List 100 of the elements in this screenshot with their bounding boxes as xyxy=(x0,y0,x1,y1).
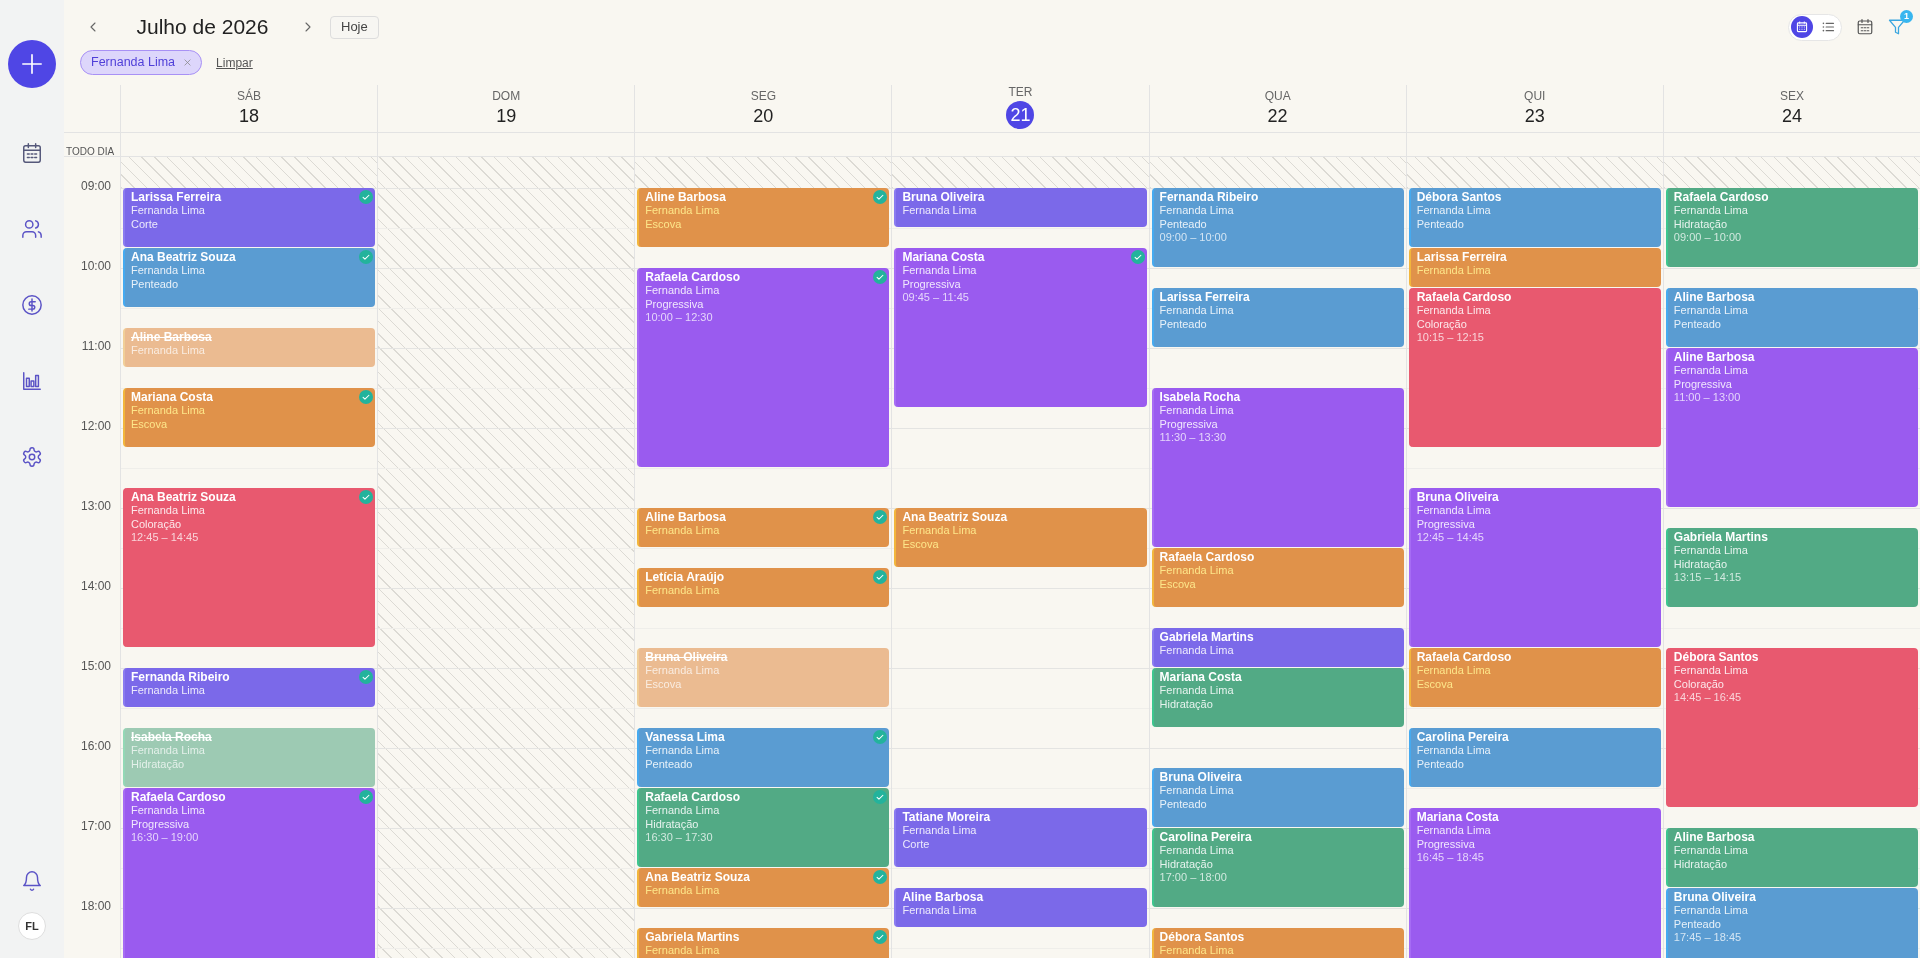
appointment-card[interactable]: Larissa Ferreira Fernanda Lima xyxy=(1408,248,1661,287)
appointment-card[interactable]: Aline Barbosa Fernanda Lima Escova xyxy=(637,188,890,247)
time-range: 09:00 – 10:00 xyxy=(1673,231,1743,245)
professional-name: Fernanda Lima xyxy=(1159,204,1235,218)
clear-filters-link[interactable]: Limpar xyxy=(216,53,253,72)
appointment-card[interactable]: Débora Santos Fernanda Lima xyxy=(1151,928,1404,958)
appointment-card[interactable]: Gabriela Martins Fernanda Lima xyxy=(637,928,890,958)
client-name: Bruna Oliveira xyxy=(1673,890,1757,904)
calendar-view-icon[interactable] xyxy=(1791,16,1813,38)
appointment-card[interactable]: Letícia Araújo Fernanda Lima xyxy=(637,568,890,607)
appointment-card[interactable]: Aline Barbosa Fernanda Lima xyxy=(123,328,376,367)
client-name: Bruna Oliveira xyxy=(1416,490,1500,504)
bar-chart-icon[interactable] xyxy=(21,370,43,392)
service-name: Coloração xyxy=(131,517,183,531)
appointment-card[interactable]: Ana Beatriz Souza Fernanda Lima Penteado xyxy=(123,248,376,307)
appointment-card[interactable]: Larissa Ferreira Fernanda Lima Corte xyxy=(123,188,376,247)
appointment-card[interactable]: Larissa Ferreira Fernanda Lima Penteado xyxy=(1151,288,1404,347)
time-label: 14:00 xyxy=(80,578,111,594)
appointment-card[interactable]: Bruna Oliveira Fernanda Lima Escova xyxy=(637,648,890,707)
user-avatar[interactable]: FL xyxy=(18,912,46,940)
appointment-card[interactable]: Mariana Costa Fernanda Lima Hidratação xyxy=(1151,668,1404,727)
appointment-card[interactable]: Bruna Oliveira Fernanda Lima Penteado xyxy=(1151,768,1404,827)
service-name: Progressiva xyxy=(1416,517,1476,531)
appointment-card[interactable]: Rafaela Cardoso Fernanda Lima Progressiva 10:00 – 12:30 xyxy=(637,268,890,467)
appointment-card[interactable]: Bruna Oliveira Fernanda Lima xyxy=(894,188,1147,227)
appointment-card[interactable]: Aline Barbosa Fernanda Lima Penteado xyxy=(1665,288,1918,347)
calendar-icon[interactable] xyxy=(21,142,43,164)
appointment-card[interactable]: Débora Santos Fernanda Lima Coloração 14:45 – 16:45 xyxy=(1665,648,1918,807)
professional-name: Fernanda Lima xyxy=(131,504,206,518)
appointment-card[interactable]: Rafaela Cardoso Fernanda Lima Escova xyxy=(1151,548,1404,607)
users-icon[interactable] xyxy=(21,218,43,240)
appointment-card[interactable]: Aline Barbosa Fernanda Lima Hidratação xyxy=(1665,828,1918,887)
service-name: Hidratação xyxy=(645,817,700,831)
professional-name: Fernanda Lima xyxy=(1159,404,1235,418)
appointment-card[interactable]: Rafaela Cardoso Fernanda Lima Escova xyxy=(1408,648,1661,707)
service-name: Escova xyxy=(645,677,683,691)
professional-name: Fernanda Lima xyxy=(902,824,978,838)
appointment-card[interactable]: Ana Beatriz Souza Fernanda Lima Escova xyxy=(894,508,1147,567)
service-name: Penteado xyxy=(1159,317,1208,331)
filter-chip[interactable]: Fernanda Lima xyxy=(80,50,203,75)
appointment-card[interactable]: Rafaela Cardoso Fernanda Lima Hidratação 09:00 – 10:00 xyxy=(1665,188,1918,267)
appointment-card[interactable]: Ana Beatriz Souza Fernanda Lima Coloração 12:45 – 14:45 xyxy=(123,488,376,647)
appointment-card[interactable]: Fernanda Ribeiro Fernanda Lima Penteado 09:00 – 10:00 xyxy=(1151,188,1404,267)
client-name: Aline Barbosa xyxy=(902,890,985,904)
service-name: Progressiva xyxy=(131,817,191,831)
appointment-card[interactable]: Isabela Rocha Fernanda Lima Progressiva 11:30 – 13:30 xyxy=(1151,388,1404,547)
appointment-card[interactable]: Ana Beatriz Souza Fernanda Lima xyxy=(637,868,890,907)
weekday-label: DOM xyxy=(492,89,521,103)
professional-name: Fernanda Lima xyxy=(1159,944,1235,958)
appointment-card[interactable]: Bruna Oliveira Fernanda Lima Penteado 17:45 – 18:45 xyxy=(1665,888,1918,958)
appointment-card[interactable]: Mariana Costa Fernanda Lima Escova xyxy=(123,388,376,447)
service-name: Hidratação xyxy=(131,757,186,771)
calendar-icon[interactable] xyxy=(1856,18,1874,36)
professional-name: Fernanda Lima xyxy=(1416,304,1492,318)
time-label: 12:00 xyxy=(80,418,111,434)
appointment-card[interactable]: Aline Barbosa Fernanda Lima xyxy=(637,508,890,547)
appointment-card[interactable]: Vanessa Lima Fernanda Lima Penteado xyxy=(637,728,890,787)
client-name: Gabriela Martins xyxy=(1159,630,1255,644)
appointment-card[interactable]: Carolina Pereira Fernanda Lima Hidratação 17:00 – 18:00 xyxy=(1151,828,1404,907)
bell-icon[interactable] xyxy=(21,870,43,892)
client-name: Bruna Oliveira xyxy=(645,650,729,664)
appointment-card[interactable]: Bruna Oliveira Fernanda Lima Progressiva 12:45 – 14:45 xyxy=(1408,488,1661,647)
professional-name: Fernanda Lima xyxy=(1673,904,1749,918)
appointment-card[interactable]: Rafaela Cardoso Fernanda Lima Hidratação 16:30 – 17:30 xyxy=(637,788,890,867)
appointment-card[interactable]: Gabriela Martins Fernanda Lima Hidratação 13:15 – 14:15 xyxy=(1665,528,1918,607)
client-name: Aline Barbosa xyxy=(1673,290,1756,304)
service-name: Hidratação xyxy=(1159,697,1214,711)
professional-name: Fernanda Lima xyxy=(645,884,721,898)
appointment-card[interactable]: Gabriela Martins Fernanda Lima xyxy=(1151,628,1404,667)
appointment-card[interactable]: Fernanda Ribeiro Fernanda Lima xyxy=(123,668,376,707)
weekday-label: QUI xyxy=(1524,89,1546,103)
professional-name: Fernanda Lima xyxy=(131,264,206,278)
settings-icon[interactable] xyxy=(21,446,43,468)
time-label: 17:00 xyxy=(80,818,111,834)
appointment-card[interactable]: Rafaela Cardoso Fernanda Lima Coloração 10:15 – 12:15 xyxy=(1408,288,1661,447)
client-name: Mariana Costa xyxy=(902,250,986,264)
time-range: 09:00 – 10:00 xyxy=(1159,231,1228,245)
client-name: Débora Santos xyxy=(1673,650,1760,664)
appointment-card[interactable]: Aline Barbosa Fernanda Lima Progressiva 11:00 – 13:00 xyxy=(1665,348,1918,507)
filter-icon[interactable] xyxy=(1888,18,1906,36)
appointment-card[interactable]: Tatiane Moreira Fernanda Lima Corte xyxy=(894,808,1147,867)
appointment-card[interactable]: Carolina Pereira Fernanda Lima Penteado xyxy=(1408,728,1661,787)
client-name: Bruna Oliveira xyxy=(1159,770,1243,784)
dollar-icon[interactable] xyxy=(21,294,43,316)
appointment-card[interactable]: Mariana Costa Fernanda Lima Progressiva 09:45 – 11:45 xyxy=(894,248,1147,407)
appointment-card[interactable]: Isabela Rocha Fernanda Lima Hidratação xyxy=(123,728,376,787)
client-name: Tatiane Moreira xyxy=(902,810,992,824)
date-label: 23 xyxy=(1524,105,1545,127)
appointment-card[interactable]: Aline Barbosa Fernanda Lima xyxy=(894,888,1147,927)
appointment-card[interactable]: Débora Santos Fernanda Lima Penteado xyxy=(1408,188,1661,247)
appointment-card[interactable]: Rafaela Cardoso Fernanda Lima Progressiva 16:30 – 19:00 xyxy=(123,788,376,958)
today-button[interactable]: Hoje xyxy=(330,15,379,39)
add-button[interactable] xyxy=(8,40,56,88)
service-name: Hidratação xyxy=(1159,857,1214,871)
service-name: Escova xyxy=(1416,677,1454,691)
date-label: 18 xyxy=(239,105,260,127)
service-name: Hidratação xyxy=(1673,217,1729,231)
professional-name: Fernanda Lima xyxy=(645,744,721,758)
professional-name: Fernanda Lima xyxy=(1673,304,1749,318)
appointment-card[interactable]: Mariana Costa Fernanda Lima Progressiva 16:45 – 18:45 xyxy=(1408,808,1661,958)
